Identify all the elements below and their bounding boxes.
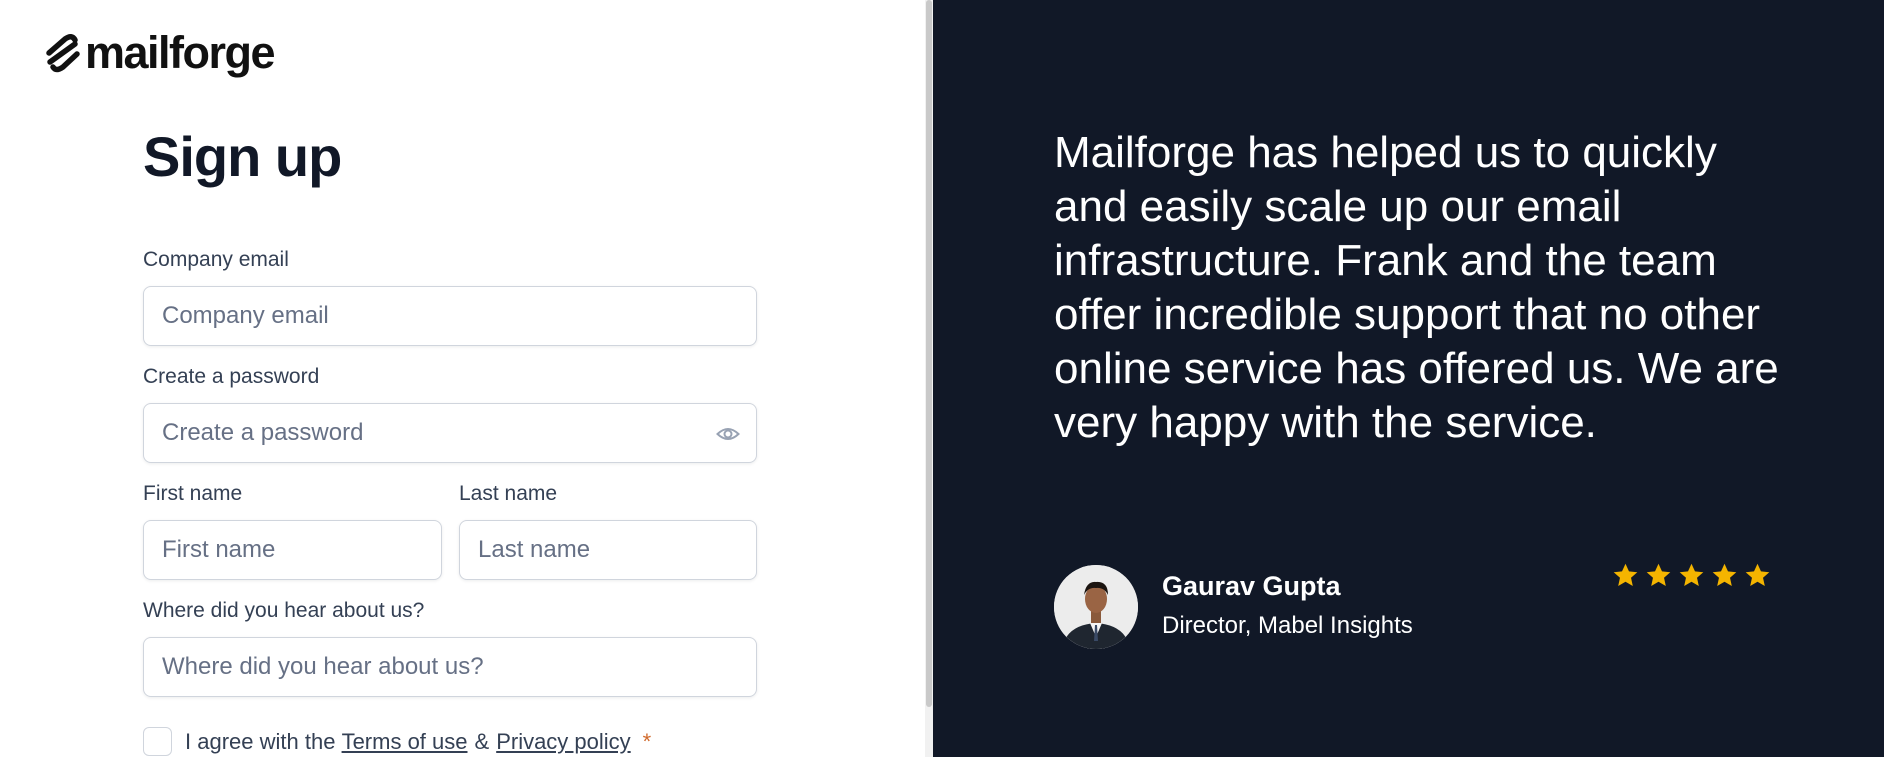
terms-of-use-link[interactable]: Terms of use [342,729,468,755]
agree-text: I agree with the [185,728,336,754]
first-name-input[interactable] [144,521,441,579]
terms-agreement: I agree with the Terms of use & Privacy po… [143,727,651,756]
show-password-eye-icon[interactable] [716,423,740,445]
brand-name: mailforge [85,27,276,78]
star-rating [1612,562,1771,589]
scrollbar[interactable] [925,0,933,757]
last-name-input[interactable] [460,521,756,579]
referral-field[interactable] [143,637,757,697]
password-field[interactable] [143,403,757,463]
referral-input[interactable] [144,638,756,696]
person-photo-icon [1054,565,1138,649]
company-email-input[interactable] [144,287,756,345]
first-name-field[interactable] [143,520,442,580]
star-icon [1712,563,1737,586]
first-name-label: First name [143,482,243,505]
scrollbar-thumb[interactable] [926,0,932,707]
company-email-field[interactable] [143,286,757,346]
password-input[interactable] [144,404,756,462]
brand-logo[interactable]: mailforge [45,27,276,78]
author-name: Gaurav Gupta [1162,571,1341,601]
signup-panel: mailforge Sign up Company email Create a… [0,0,925,757]
star-icon [1613,563,1638,586]
referral-label: Where did you hear about us? [143,599,425,622]
avatar [1054,565,1138,649]
agree-checkbox[interactable] [143,727,172,756]
company-email-label: Company email [143,248,289,271]
last-name-label: Last name [459,482,558,505]
agree-separator: & [474,728,490,754]
page-title: Sign up [143,125,342,188]
star-icon [1646,563,1671,586]
star-icon [1745,563,1770,586]
star-icon [1679,563,1704,586]
last-name-field[interactable] [459,520,757,580]
mailforge-logo-icon [46,34,80,73]
required-asterisk: * [642,728,652,754]
author-role: Director, Mabel Insights [1162,612,1413,639]
testimonial-quote: Mailforge has helped us to quickly and e… [1054,128,1779,447]
password-label: Create a password [143,365,320,388]
privacy-policy-link[interactable]: Privacy policy [496,729,630,755]
